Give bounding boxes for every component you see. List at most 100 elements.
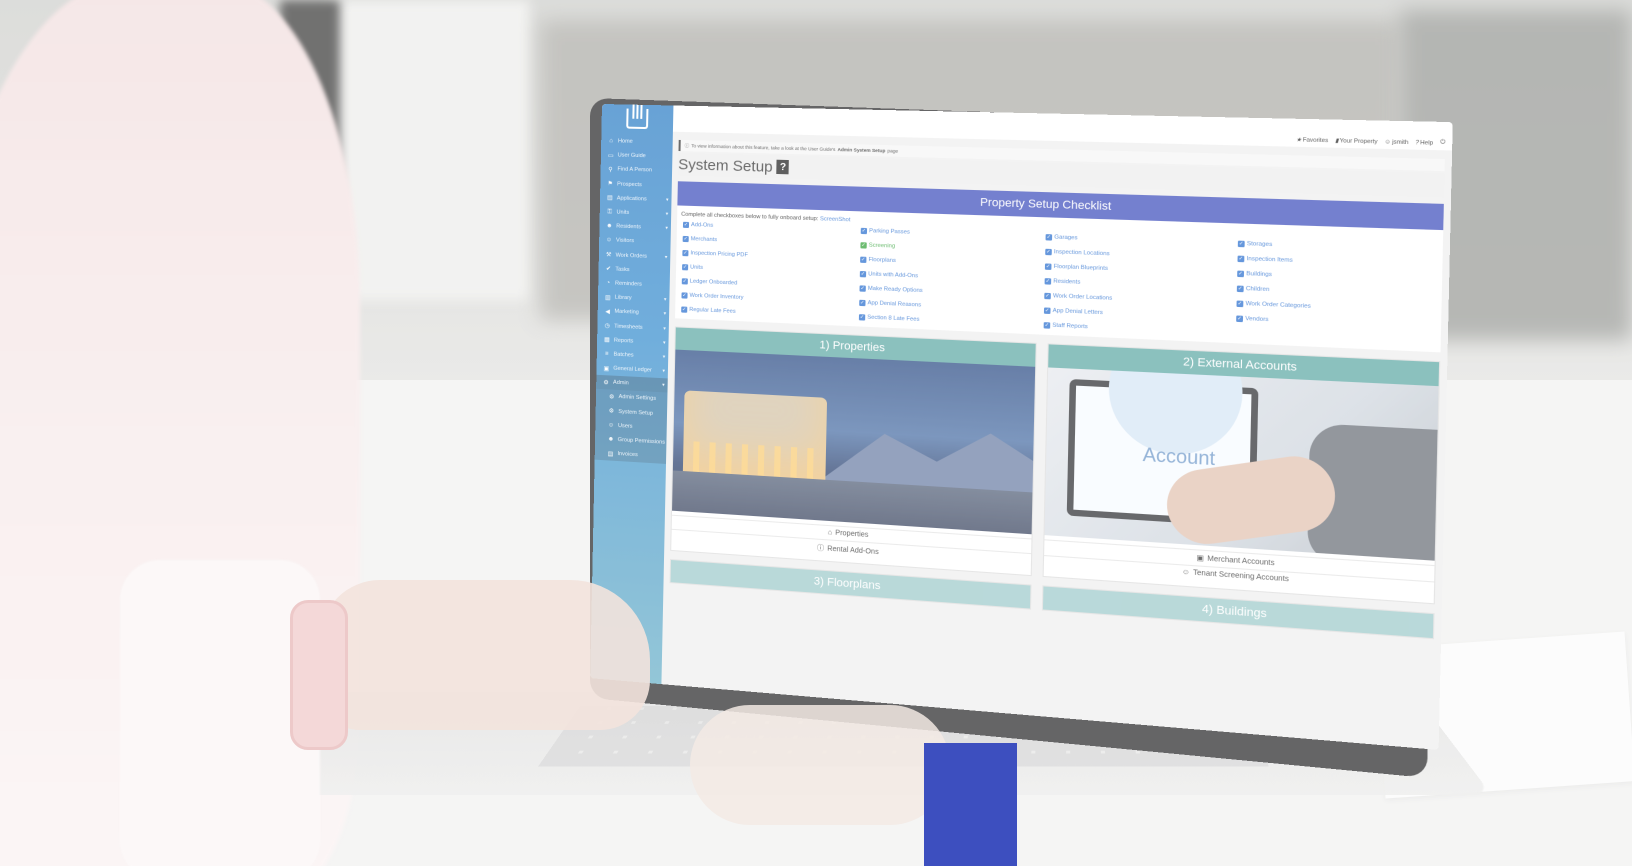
checklist-item[interactable]: ✓ Inspection Locations xyxy=(1045,248,1237,262)
checkbox-icon[interactable]: ✓ xyxy=(682,250,689,257)
sidebar-nav: ⌂ Home ▭ User Guide ⚲ Find A Person ⚑ Prospects… xyxy=(594,132,673,465)
help-badge-icon[interactable]: ? xyxy=(776,159,790,175)
checklist-item[interactable]: ✓ Regular Late Fees xyxy=(681,306,859,320)
checklist-item-label: Buildings xyxy=(1246,270,1273,279)
checklist-item[interactable]: ✓ Ledger Onboarded xyxy=(681,278,860,291)
checklist-item[interactable]: ✓ Children xyxy=(1236,285,1437,300)
checklist-item[interactable]: ✓ Inspection Items xyxy=(1237,255,1437,270)
sidebar-item-label: Admin Settings xyxy=(618,394,657,403)
checkbox-checked-icon[interactable]: ✓ xyxy=(860,242,867,249)
checklist-item-label: Make Ready Options xyxy=(867,285,923,295)
bullhorn-icon: ◀ xyxy=(605,309,610,316)
chevron-down-icon: ▾ xyxy=(663,296,667,303)
checklist-item[interactable]: ✓ Vendors xyxy=(1236,315,1436,330)
checklist-item[interactable]: ✓ Work Order Locations xyxy=(1044,292,1236,307)
checklist-item[interactable]: ✓ Floorplans xyxy=(860,256,1045,270)
checkbox-icon[interactable]: ✓ xyxy=(682,264,689,271)
checkbox-icon[interactable]: ✓ xyxy=(859,285,866,292)
card-icon: ▣ xyxy=(1196,554,1205,563)
laptop-screen: ⌂ Home ▭ User Guide ⚲ Find A Person ⚑ Prospects… xyxy=(590,104,1453,750)
checklist-item[interactable]: ✓ Section 8 Late Fees xyxy=(858,314,1044,328)
app-logo[interactable] xyxy=(601,104,673,134)
checklist-item-label: Children xyxy=(1245,285,1270,294)
accent-square xyxy=(924,743,1017,866)
sidebar-item-label: Invoices xyxy=(617,451,638,459)
sidebar-item-label: Work Orders xyxy=(615,252,648,260)
checklist-item[interactable]: ✓ Inspection Pricing PDF xyxy=(682,250,860,263)
checkbox-icon[interactable]: ✓ xyxy=(1237,240,1245,248)
checkbox-icon[interactable]: ✓ xyxy=(1236,300,1244,308)
checklist-item[interactable]: ✓ Screening xyxy=(860,242,1045,255)
checkbox-icon[interactable]: ✓ xyxy=(859,270,867,278)
logout-icon[interactable]: ⏻ xyxy=(1440,139,1445,147)
user-menu[interactable]: ☺ jsmith xyxy=(1384,139,1408,146)
chevron-down-icon: ▾ xyxy=(662,382,665,389)
checkbox-icon[interactable]: ✓ xyxy=(1236,315,1244,323)
favorites-link[interactable]: ★ Favorites xyxy=(1296,137,1328,144)
checkbox-icon[interactable]: ✓ xyxy=(1237,255,1245,263)
checkbox-icon[interactable]: ✓ xyxy=(1045,234,1053,241)
checklist-item-label: Regular Late Fees xyxy=(689,306,736,315)
checkbox-icon[interactable]: ✓ xyxy=(1043,322,1051,329)
users-icon: ☻ xyxy=(606,223,613,230)
sidebar-item-invoices[interactable]: ▤ Invoices xyxy=(594,445,667,465)
checklist-item-label: App Denial Letters xyxy=(1052,307,1103,317)
checkbox-icon[interactable]: ✓ xyxy=(682,221,690,229)
checkbox-icon[interactable]: ✓ xyxy=(1236,285,1244,293)
checkbox-icon[interactable]: ✓ xyxy=(1044,263,1052,270)
sidebar-item-label: Reminders xyxy=(615,280,642,288)
sidebar-item-label: Residents xyxy=(616,223,641,231)
sidebar-item-label: General Ledger xyxy=(613,365,652,374)
checkbox-icon[interactable]: ✓ xyxy=(860,227,868,235)
checklist-item[interactable]: ✓ Merchants xyxy=(682,235,861,248)
checklist-item[interactable]: ✓ App Denial Reasons xyxy=(859,299,1044,314)
checklist-item-label: Inspection Pricing PDF xyxy=(690,250,748,259)
clock-icon: ◷ xyxy=(604,323,610,330)
checklist-item[interactable]: ✓ Work Order Categories xyxy=(1236,300,1436,315)
folder-icon: ▥ xyxy=(604,294,611,302)
checklist-column: ✓ Parking Passes ✓ Screening ✓ Floorplans ✓ Uni… xyxy=(858,227,1046,329)
checkbox-icon[interactable]: ✓ xyxy=(1044,278,1052,285)
sliders-icon: ⚙ xyxy=(608,394,615,401)
checkbox-icon[interactable]: ✓ xyxy=(1044,292,1051,300)
main-content: ★ Favorites ▮ Your Property ☺ jsmith ? Help … xyxy=(661,105,1453,750)
checklist-item[interactable]: ✓ App Denial Letters xyxy=(1043,307,1236,321)
your-property-link[interactable]: ▮ Your Property xyxy=(1335,138,1378,145)
checklist-item[interactable]: ✓ Residents xyxy=(1044,278,1237,292)
setup-cards: 1) Properties ⌂ Properties ⓘ Rental Add-Ons 2… xyxy=(670,326,1441,605)
building-icon: ▮ xyxy=(1335,137,1339,145)
checklist-item-label: Vendors xyxy=(1245,315,1269,324)
sidebar-item-label: Find A Person xyxy=(617,166,653,174)
checklist-item[interactable]: ✓ Buildings xyxy=(1237,270,1437,285)
chevron-down-icon: ▾ xyxy=(663,311,667,318)
checklist-item[interactable]: ✓ Staff Reports xyxy=(1043,322,1236,337)
checkbox-icon[interactable]: ✓ xyxy=(682,235,689,243)
checkbox-icon[interactable]: ✓ xyxy=(681,278,688,285)
info-link[interactable]: Admin System Setup xyxy=(837,147,885,153)
checkbox-icon[interactable]: ✓ xyxy=(860,256,867,263)
checklist-item[interactable]: ✓ Work Order Inventory xyxy=(681,292,859,306)
checkbox-icon[interactable]: ✓ xyxy=(858,314,866,321)
checkbox-icon[interactable]: ✓ xyxy=(859,299,866,307)
checklist-item[interactable]: ✓ Units with Add-Ons xyxy=(859,270,1045,284)
checkbox-icon[interactable]: ✓ xyxy=(681,306,688,313)
checklist-item[interactable]: ✓ Floorplan Blueprints xyxy=(1044,263,1237,277)
chevron-down-icon: ▾ xyxy=(665,211,669,218)
photo-background: ⌂ Home ▭ User Guide ⚲ Find A Person ⚑ Prospects… xyxy=(0,0,1632,866)
checklist-item-label: App Denial Reasons xyxy=(867,300,922,309)
checklist-item-label: Staff Reports xyxy=(1052,322,1088,331)
checkbox-icon[interactable]: ✓ xyxy=(1043,307,1051,315)
checkbox-icon[interactable]: ✓ xyxy=(1045,248,1052,256)
help-link[interactable]: ? Help xyxy=(1415,140,1433,147)
checkbox-icon[interactable]: ✓ xyxy=(681,292,688,299)
chart-icon: ▦ xyxy=(604,337,610,344)
sidebar-item-label: Applications xyxy=(616,195,647,203)
screenshot-link[interactable]: ScreenShot xyxy=(820,216,850,223)
checklist-item[interactable]: ✓ Units xyxy=(682,264,860,277)
info-suffix: page xyxy=(887,148,899,154)
checkbox-icon[interactable]: ✓ xyxy=(1237,270,1245,278)
checklist-item[interactable]: ✓ Make Ready Options xyxy=(859,285,1044,299)
checklist-item-label: Screening xyxy=(868,242,896,250)
setup-checklist: Property Setup Checklist Complete all ch… xyxy=(675,181,1444,353)
check-icon: ✔ xyxy=(605,266,611,273)
